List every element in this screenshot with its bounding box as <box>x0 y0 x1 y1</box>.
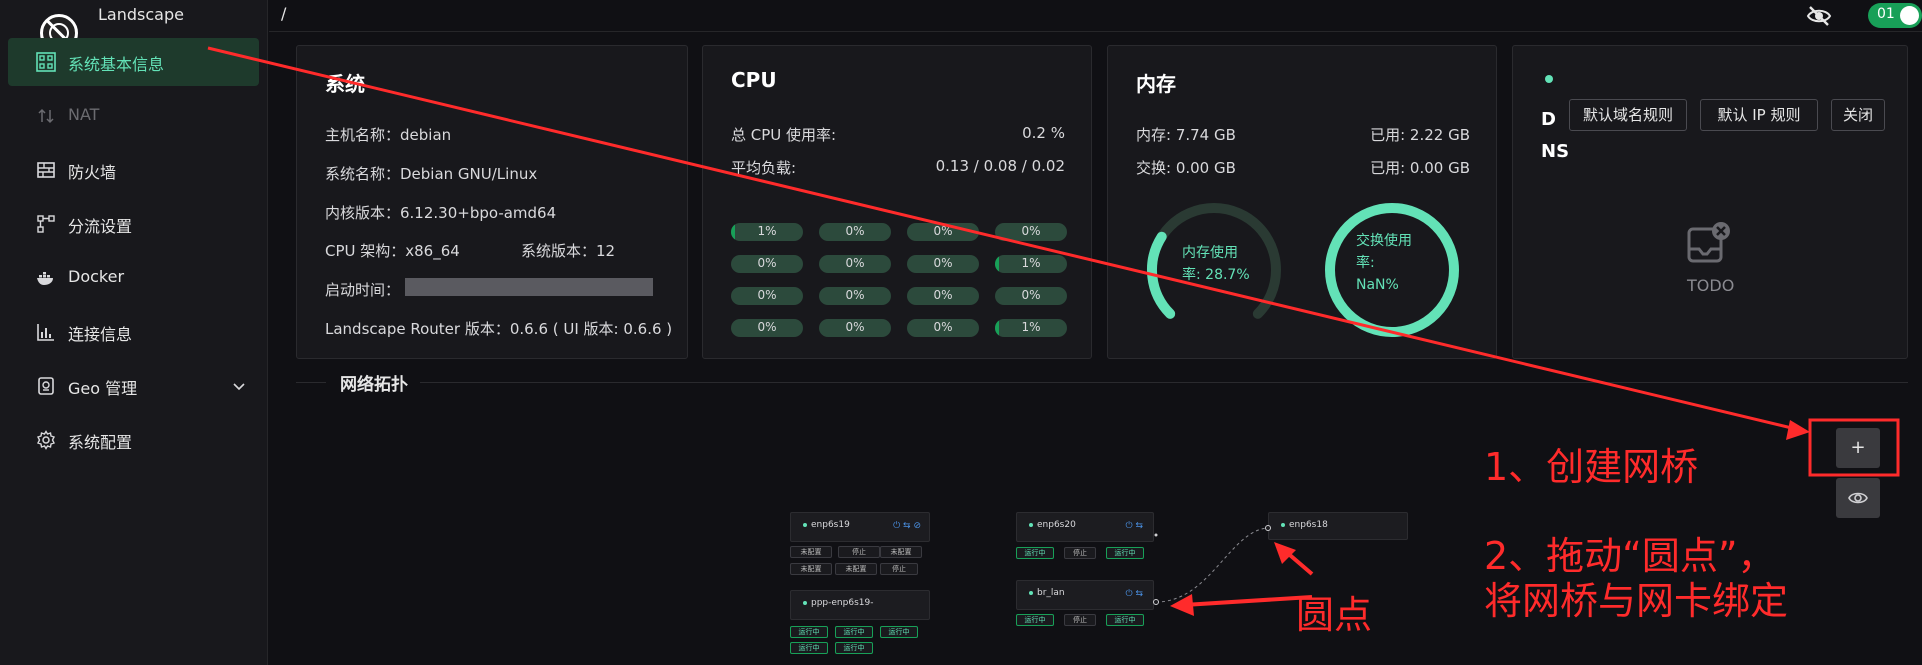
link-dot <box>1153 599 1159 605</box>
annotation-step2-line2: 将网桥与网卡绑定 <box>1484 579 1789 623</box>
annotation-dot-label: 圆点 <box>1296 593 1373 637</box>
link-dot <box>1154 533 1158 537</box>
link-dot <box>1265 525 1271 531</box>
annotation-step1: 1、创建网桥 <box>1484 445 1699 489</box>
